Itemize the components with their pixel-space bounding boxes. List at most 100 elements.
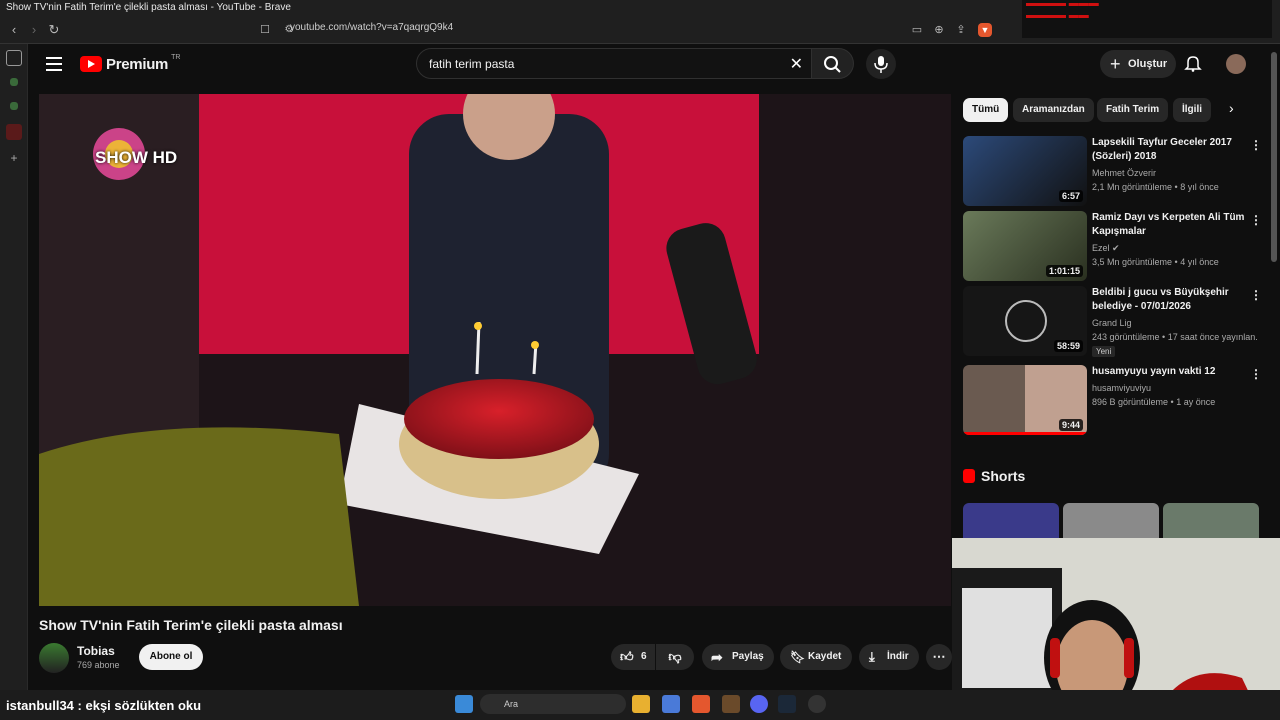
youtube-play-icon [80, 56, 102, 72]
video-thumbnail[interactable]: 9:44 [963, 365, 1087, 435]
video-duration: 9:44 [1058, 419, 1083, 431]
app-icon[interactable] [722, 695, 740, 713]
chip-related[interactable]: İlgili [1173, 98, 1211, 122]
recommendation-channel[interactable]: Mehmet Özverir [1092, 168, 1156, 178]
app-icon[interactable] [808, 695, 826, 713]
video-frame [39, 94, 951, 606]
more-options-icon[interactable]: ⋮ [1250, 213, 1262, 227]
sidebar-toggle-icon[interactable] [6, 50, 22, 66]
youtube-tab-icon[interactable] [6, 124, 22, 140]
search-button[interactable] [812, 48, 854, 79]
like-count: 6 [641, 651, 647, 662]
verified-icon: ✔ [1112, 243, 1120, 253]
recommendation-meta: 896 B görüntüleme • 1 ay önce [1092, 397, 1216, 407]
video-player[interactable]: SHOW HD [39, 94, 951, 606]
share-icon: ➦ [711, 649, 723, 665]
search-input[interactable]: fatih terim pasta ✕ [416, 48, 812, 79]
recommendation-title[interactable]: husamyuyu yayın vakti 12 [1092, 365, 1252, 379]
notifications-icon[interactable] [1184, 54, 1202, 72]
cast-icon[interactable]: ▭ [908, 21, 926, 39]
more-actions-icon[interactable]: ⋯ [926, 644, 952, 670]
grand-lig-logo [1005, 300, 1047, 342]
stream-ticker-overlay: ▬▬▬▬ ▬▬▬ ▬▬▬▬ ▬▬ [1022, 0, 1272, 38]
create-button[interactable]: Oluştur [1100, 50, 1176, 78]
subscribe-button[interactable]: Abone ol [139, 644, 203, 670]
brave-shields-icon[interactable]: ▼ [978, 23, 992, 37]
window-title: Show TV'nin Fatih Terim'e çilekli pasta … [6, 2, 291, 13]
bookmark-icon[interactable]: ☐ [256, 21, 274, 39]
download-icon: ⤓ [869, 649, 875, 664]
file-explorer-icon[interactable] [632, 695, 650, 713]
channel-avatar[interactable] [39, 643, 69, 673]
mic-icon [874, 56, 888, 73]
recommendation-item[interactable]: 6:57 Lapsekili Tayfur Geceler 2017 (Sözl… [963, 136, 1263, 206]
back-icon[interactable]: ‹ [5, 21, 23, 39]
voice-search-button[interactable] [866, 49, 896, 79]
extension-icon[interactable] [10, 102, 18, 110]
chip-all[interactable]: Tümü [963, 98, 1009, 122]
shorts-heading: Shorts [963, 468, 1025, 484]
recommendation-title[interactable]: Ramiz Dayı vs Kerpeten Ali Tüm Kapışmala… [1092, 211, 1252, 239]
dislike-button[interactable]: 👎︎ [656, 644, 694, 670]
video-thumbnail[interactable]: 1:01:15 [963, 211, 1087, 281]
recommendation-channel[interactable]: husamviyuviyu [1092, 383, 1151, 393]
address-url[interactable]: youtube.com/watch?v=a7qaqrgQ9k4 [290, 22, 453, 33]
video-thumbnail[interactable]: 6:57 [963, 136, 1087, 206]
dislike-icon: 👎︎ [668, 649, 682, 664]
steam-icon[interactable] [778, 695, 796, 713]
share-button[interactable]: ➦ Paylaş [702, 644, 774, 670]
extension-icon[interactable] [10, 78, 18, 86]
store-icon[interactable] [662, 695, 680, 713]
save-button[interactable]: 🔖︎ Kaydet [780, 644, 852, 670]
stream-chat-message: istanbull34 : ekşi sözlükten oku [6, 698, 201, 713]
brave-icon[interactable] [692, 695, 710, 713]
recommendation-item[interactable]: 58:59 Beldibi j gucu vs Büyükşehir beled… [963, 286, 1263, 360]
recommendation-item[interactable]: 9:44 husamyuyu yayın vakti 12 husamviyuv… [963, 365, 1263, 435]
shorts-icon [963, 469, 975, 483]
recommendation-channel[interactable]: Grand Lig [1092, 318, 1132, 328]
recommendation-title[interactable]: Beldibi j gucu vs Büyükşehir belediye - … [1092, 286, 1252, 314]
watch-progress-bar [963, 432, 1087, 435]
share-page-icon[interactable]: ⇪ [952, 21, 970, 39]
recommendation-meta: 2,1 Mn görüntüleme • 8 yıl önce [1092, 182, 1219, 192]
menu-icon[interactable] [46, 57, 62, 71]
reload-icon[interactable]: ↻ [45, 21, 63, 39]
chip-fatih-terim[interactable]: Fatih Terim [1097, 98, 1169, 122]
recommendation-channel[interactable]: Ezel ✔ [1092, 243, 1120, 254]
page-scrollbar[interactable] [1271, 52, 1277, 262]
short-thumbnail[interactable] [1063, 503, 1159, 543]
search-icon [824, 56, 841, 73]
chevron-right-icon[interactable]: › [1229, 100, 1234, 116]
discord-icon[interactable] [750, 695, 768, 713]
like-icon: 👍︎ [620, 649, 634, 664]
short-thumbnail[interactable] [963, 503, 1059, 543]
account-avatar[interactable] [1226, 54, 1246, 74]
recommendation-meta: 3,5 Mn görüntüleme • 4 yıl önce [1092, 257, 1219, 267]
more-options-icon[interactable]: ⋮ [1250, 367, 1262, 381]
save-icon: 🔖︎ [790, 650, 806, 664]
add-icon[interactable]: + [6, 150, 22, 166]
recommendation-title[interactable]: Lapsekili Tayfur Geceler 2017 (Sözleri) … [1092, 136, 1252, 164]
clear-search-icon[interactable]: ✕ [790, 54, 803, 74]
channel-watermark: SHOW HD [95, 148, 178, 167]
video-duration: 1:01:15 [1045, 265, 1083, 277]
more-options-icon[interactable]: ⋮ [1250, 138, 1262, 152]
download-button[interactable]: ⤓ İndir [859, 644, 919, 670]
like-button[interactable]: 👍︎ 6 [611, 644, 655, 670]
recommendation-item[interactable]: 1:01:15 Ramiz Dayı vs Kerpeten Ali Tüm K… [963, 211, 1263, 281]
zoom-icon[interactable]: ⊕ [930, 21, 948, 39]
more-options-icon[interactable]: ⋮ [1250, 288, 1262, 302]
windows-start-icon[interactable] [455, 695, 473, 713]
taskbar-search[interactable]: Ara [480, 694, 626, 714]
youtube-logo[interactable]: Premium TR [80, 54, 180, 73]
new-badge: Yeni [1092, 346, 1116, 357]
video-thumbnail[interactable]: 58:59 [963, 286, 1087, 356]
chat-text: : ekşi sözlükten oku [77, 698, 202, 713]
channel-name[interactable]: Tobias [77, 644, 115, 658]
forward-icon[interactable]: › [25, 21, 43, 39]
chip-from-search[interactable]: Aramanızdan [1013, 98, 1094, 122]
browser-sidebar: + [0, 44, 28, 690]
chat-username: istanbull34 [6, 698, 74, 713]
subscriber-count: 769 abone [77, 660, 120, 670]
short-thumbnail[interactable] [1163, 503, 1259, 543]
